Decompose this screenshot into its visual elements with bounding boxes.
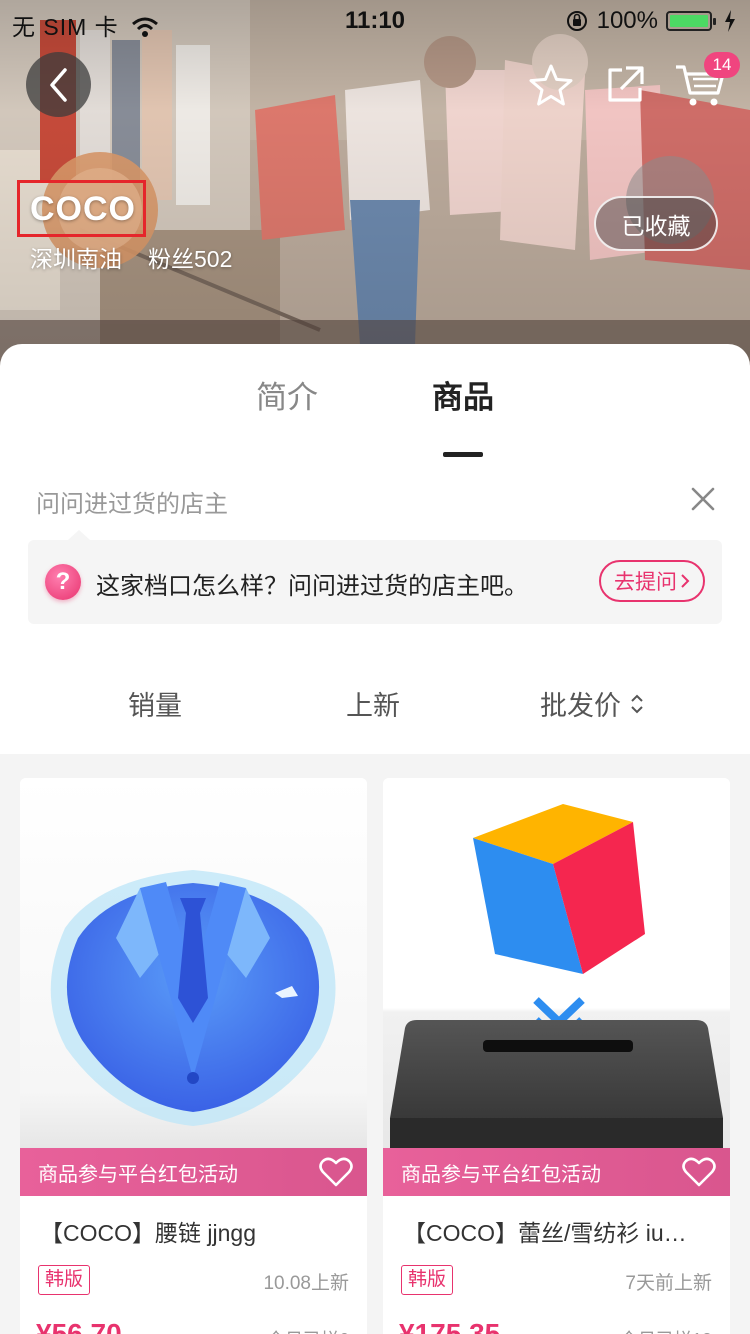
sort-price-label: 批发价 [540, 691, 621, 721]
close-icon[interactable] [690, 486, 716, 512]
product-price: ¥56.70 [36, 1318, 122, 1334]
product-price: ¥175.35 [399, 1318, 501, 1334]
sort-sales[interactable]: 销量 [128, 684, 182, 723]
product-title: 【COCO】蕾丝/雪纺衫 iu… [403, 1220, 687, 1246]
tab-products[interactable]: 商品 [432, 372, 494, 417]
back-button[interactable] [26, 52, 91, 117]
heart-icon[interactable] [319, 1156, 353, 1188]
ask-header: 问问进过货的店主 [36, 484, 716, 520]
shop-meta: 深圳南油 粉丝502 [30, 240, 232, 274]
ask-title: 问问进过货的店主 [36, 491, 228, 518]
charging-icon [725, 10, 735, 32]
product-image: 商品参与平台红包活动 [20, 778, 367, 1196]
sort-bar: 销量 上新 批发价 [0, 684, 750, 724]
battery-percent: 100% [596, 7, 658, 34]
style-tag: 韩版 [401, 1265, 454, 1295]
battery-fill [670, 15, 708, 27]
product-sold: 今日已拼10 [620, 1326, 712, 1334]
shop-fans: 粉丝502 [148, 246, 233, 272]
app-root: 无 SIM 卡 11:10 100% 14 COCO 深圳南油 粉丝502 已收… [0, 0, 750, 1334]
sort-updown-icon [631, 694, 643, 713]
star-icon [529, 64, 573, 106]
shop-location: 深圳南油 [30, 246, 122, 272]
ask-button-label: 去提问 [614, 571, 677, 594]
tab-indicator [443, 452, 483, 457]
sort-price[interactable]: 批发价 [540, 684, 645, 723]
product-date: 10.08上新 [263, 1273, 349, 1294]
content-sheet: 简介 商品 问问进过货的店主 ? 这家档口怎么样？问问进过货的店主吧。 去提问 … [0, 344, 750, 754]
share-icon [608, 66, 644, 102]
ask-card: ? 这家档口怎么样？问问进过货的店主吧。 去提问 [28, 530, 722, 624]
product-card[interactable]: 商品参与平台红包活动 【COCO】蕾丝/雪纺衫 iu… 韩版 7天前上新 ¥17… [383, 778, 730, 1334]
suit-logo-image [20, 778, 367, 1196]
tab-bar: 简介 商品 [0, 372, 750, 457]
collect-button[interactable]: 已收藏 [594, 196, 718, 251]
ask-prompt: 这家档口怎么样？问问进过货的店主吧。 [96, 573, 528, 600]
share-button[interactable] [600, 60, 650, 110]
box-logo-image [383, 778, 730, 1196]
product-sold: 今日已拼6 [267, 1326, 349, 1334]
question-icon: ? [45, 564, 81, 600]
promo-strip: 商品参与平台红包活动 [383, 1148, 730, 1196]
promo-text: 商品参与平台红包活动 [401, 1163, 601, 1186]
tab-intro[interactable]: 简介 [256, 372, 318, 417]
product-image: 商品参与平台红包活动 [383, 778, 730, 1196]
product-date: 7天前上新 [625, 1273, 712, 1294]
chevron-right-icon [681, 574, 690, 588]
orientation-lock-icon [566, 11, 587, 31]
status-bar: 无 SIM 卡 11:10 100% [0, 0, 750, 40]
promo-text: 商品参与平台红包活动 [38, 1163, 238, 1186]
favorite-button[interactable] [526, 60, 576, 110]
style-tag: 韩版 [38, 1265, 91, 1295]
chevron-left-icon [49, 67, 67, 102]
shop-name-highlight-box [17, 180, 146, 237]
promo-strip: 商品参与平台红包活动 [20, 1148, 367, 1196]
sort-new[interactable]: 上新 [346, 684, 400, 723]
product-title: 【COCO】腰链 jjngg [40, 1220, 256, 1246]
cart-badge: 14 [704, 52, 740, 78]
ask-question-button[interactable]: 去提问 [599, 560, 705, 602]
product-card[interactable]: 商品参与平台红包活动 【COCO】腰链 jjngg 韩版 10.08上新 ¥56… [20, 778, 367, 1334]
battery-icon [666, 11, 716, 31]
shop-banner: 无 SIM 卡 11:10 100% 14 COCO 深圳南油 粉丝502 已收… [0, 0, 750, 370]
status-right: 100% [565, 7, 736, 35]
heart-icon[interactable] [682, 1156, 716, 1188]
